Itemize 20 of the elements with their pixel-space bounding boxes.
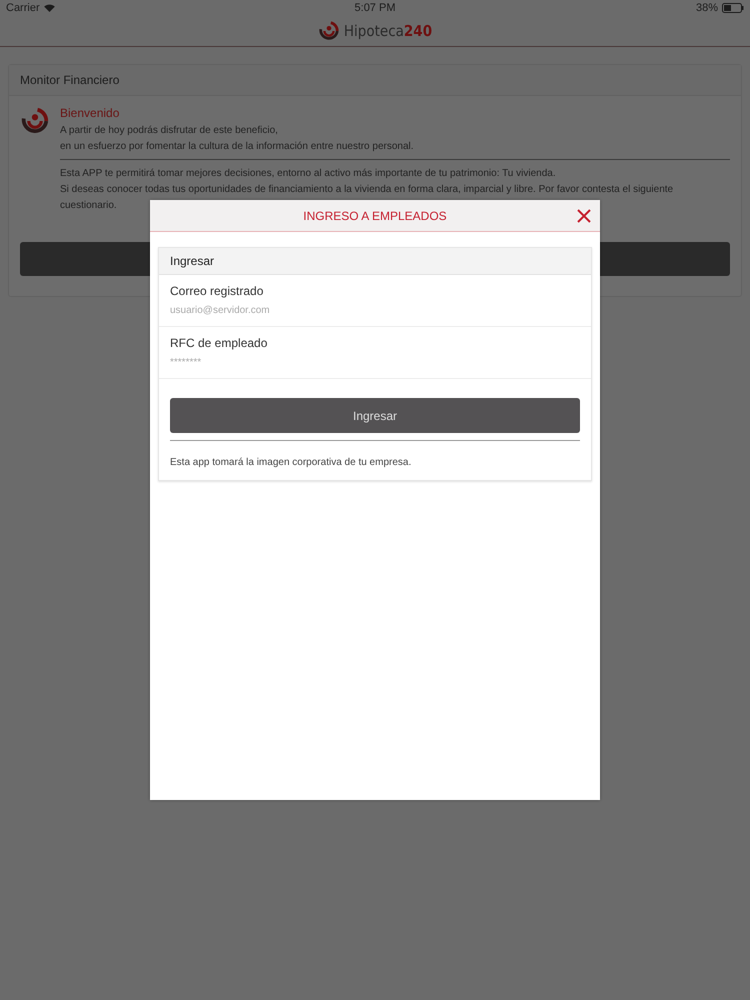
note-text: Esta app tomará la imagen corporativa de tu empresa.	[169, 456, 412, 470]
welcome-text: en un esfuerzo por fomentar la cultura de la información entre nuestro personal.	[60, 140, 415, 154]
dialog-title: INGRESO A EMPLEADOS	[303, 208, 447, 222]
logo-icon	[20, 106, 50, 136]
field-label: Correo registrado	[170, 284, 264, 298]
status-time: 5:07 PM	[354, 2, 396, 14]
welcome-text: A partir de hoy podrás disfrutar de este beneficio,	[60, 124, 279, 138]
app-logo: Hipoteca240	[344, 22, 432, 40]
welcome-title: Bienvenido	[60, 106, 120, 120]
battery-percent: 38%	[696, 2, 718, 14]
info-text: Si deseas conocer todas tus oportunidades de financiamiento a la vivienda en forma clara, imparcial y libre. Por favor contesta el siguiente cuestionario.	[60, 183, 674, 212]
info-text: Esta APP te permitirá tomar mejores decisiones, entorno al activo más importante de tu patrimonio: Tu vivienda.	[60, 167, 557, 181]
logo-icon	[318, 20, 340, 42]
carrier-label: Carrier	[6, 2, 40, 14]
login-button[interactable]: Ingresar	[170, 398, 580, 433]
panel-title: Monitor Financiero	[9, 65, 741, 96]
section-header: Ingresar	[159, 248, 591, 275]
battery-icon	[722, 3, 744, 13]
wifi-icon	[44, 4, 55, 12]
field-label: RFC de empleado	[170, 336, 268, 350]
